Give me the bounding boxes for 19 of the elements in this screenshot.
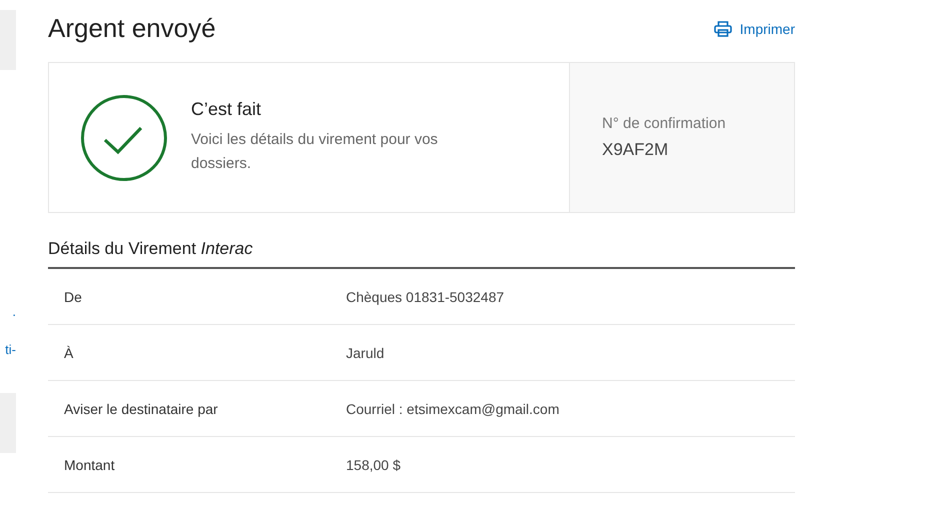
confirmation-label: N° de confirmation <box>602 115 727 132</box>
side-link-text[interactable]: ti- <box>0 342 16 358</box>
success-message: Voici les détails du virement pour vos dossiers. <box>191 130 439 174</box>
detail-value: Courriel : etsimexcam@gmail.com <box>346 400 560 416</box>
detail-value: Jaruld <box>346 344 384 360</box>
details-heading: Détails du Virement Interac <box>48 239 795 269</box>
detail-value: Chèques 01831-5032487 <box>346 288 504 304</box>
detail-label: De <box>63 288 83 304</box>
printer-icon <box>714 21 732 37</box>
detail-label: À <box>63 344 74 360</box>
confirmation-number: X9AF2M <box>602 140 670 160</box>
page-title: Argent envoyé <box>48 12 216 44</box>
print-link[interactable]: Imprimer <box>714 21 795 37</box>
detail-label: Montant <box>63 456 116 472</box>
success-heading: C’est fait <box>191 99 262 120</box>
check-circle-icon <box>81 94 167 180</box>
detail-value: 158,00 $ <box>346 456 400 472</box>
detail-label: Aviser le destinataire par <box>63 400 219 416</box>
side-link-text[interactable]: . <box>0 304 16 320</box>
